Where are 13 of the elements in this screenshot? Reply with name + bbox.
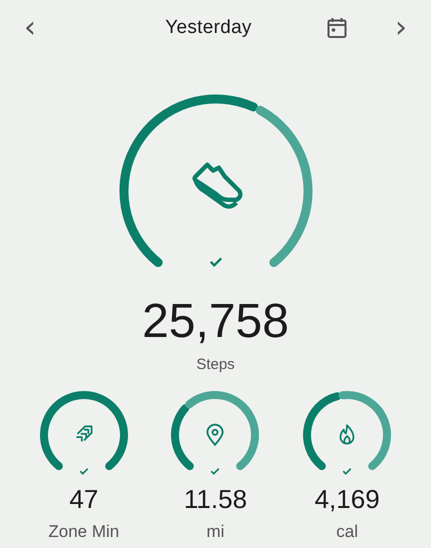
metric-label: Zone Min [48,522,120,542]
calendar-icon[interactable] [325,16,349,40]
metric-label: cal [336,522,358,542]
metric-value: 4,169 [314,484,380,514]
progress-arc [171,404,194,470]
previous-day-button[interactable]: ‹ [18,13,42,43]
next-day-button[interactable]: › [389,13,413,43]
step-count: 25,758 [142,294,289,350]
metric-label: mi [206,522,224,542]
metric-value: 11.58 [184,484,248,514]
metric-label: Steps [196,356,235,373]
date-title: Yesterday [164,17,253,39]
metric-value: 47 [69,484,98,514]
